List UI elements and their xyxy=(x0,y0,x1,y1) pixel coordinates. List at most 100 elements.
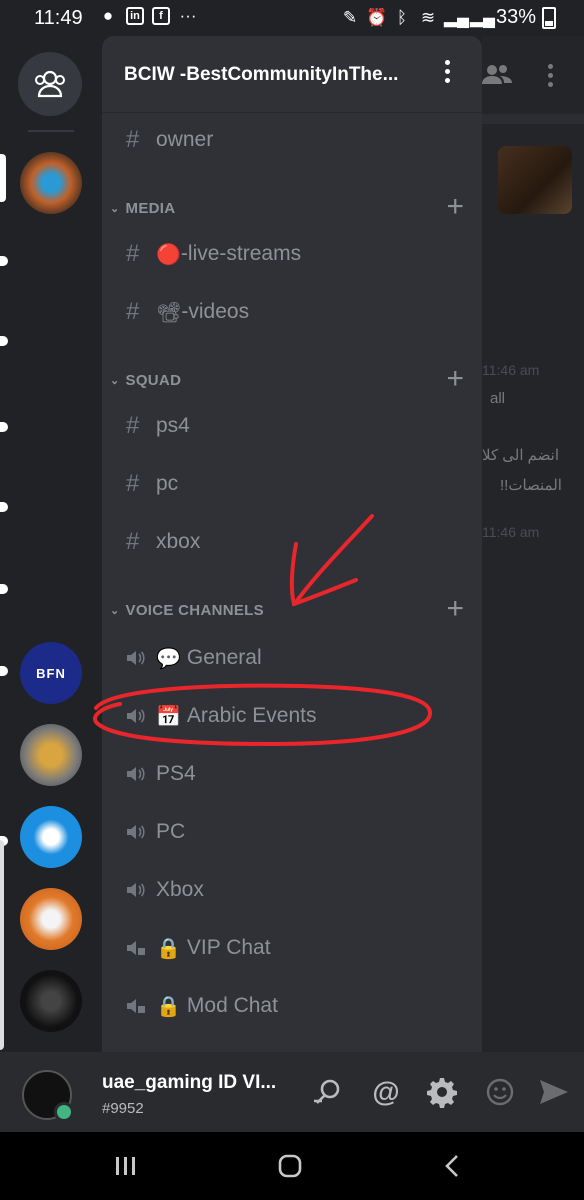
channel-label: -videos xyxy=(181,300,250,323)
channel-label: VIP Chat xyxy=(186,936,271,959)
guild-separator xyxy=(28,130,74,132)
search-icon xyxy=(314,1079,340,1104)
chevron-down-icon: ⌄ xyxy=(110,605,120,617)
category-label: VOICE CHANNELS xyxy=(125,602,264,619)
system-icons: ✎ ⏰ ᛒ ≋ ▂▄ ▂▄ 33% xyxy=(340,6,556,29)
hash-icon: # xyxy=(126,528,140,555)
channel-owner[interactable]: # owner xyxy=(126,118,213,162)
chat-dim-overlay[interactable] xyxy=(482,36,584,1052)
server-list: BFN xyxy=(0,36,102,1052)
send-button[interactable] xyxy=(536,1074,572,1110)
settings-button[interactable] xyxy=(424,1074,460,1110)
locked-speaker-icon xyxy=(126,939,156,957)
add-channel-button[interactable]: + xyxy=(446,364,464,394)
hash-icon: # xyxy=(126,412,140,439)
voice-channel-xbox[interactable]: Xbox xyxy=(126,868,204,912)
speaker-icon xyxy=(126,765,156,783)
online-status-indicator xyxy=(54,1102,74,1122)
channel-panel: BCIW -BestCommunityInThe... # owner ⌄ ME… xyxy=(102,36,482,1052)
status-bar: 11:49 ● in f ··· ✎ ⏰ ᛒ ≋ ▂▄ ▂▄ 33% xyxy=(0,0,584,36)
chat-area: 11:46 am all انضم الى كلا المنصات!! 11:4… xyxy=(482,36,584,1052)
channel-label: ps4 xyxy=(156,414,190,437)
hash-icon: # xyxy=(126,298,140,325)
channel-xbox[interactable]: # xbox xyxy=(126,520,200,564)
selected-server-indicator xyxy=(0,154,6,202)
speaker-icon xyxy=(126,823,156,841)
back-icon xyxy=(445,1155,458,1177)
speech-bubble-icon: 💬 xyxy=(156,647,181,670)
recent-apps-icon xyxy=(116,1157,135,1175)
linkedin-icon: in xyxy=(126,7,144,25)
server-icon-5[interactable] xyxy=(20,888,82,950)
bluetooth-icon: ᛒ xyxy=(396,7,408,27)
alarm-icon: ⏰ xyxy=(365,7,388,27)
mentions-button[interactable]: @ xyxy=(368,1074,404,1110)
facebook-icon: f xyxy=(152,7,170,25)
category-media[interactable]: ⌄ MEDIA xyxy=(110,200,175,217)
unread-indicator xyxy=(0,584,8,594)
battery-icon xyxy=(542,6,556,29)
home-icon xyxy=(278,1154,302,1178)
gear-icon xyxy=(427,1078,457,1108)
message-bubble-icon: ● xyxy=(102,6,114,25)
channel-videos[interactable]: # 📽 -videos xyxy=(126,290,249,334)
edit-icon: ✎ xyxy=(342,7,358,27)
emoji-button[interactable] xyxy=(482,1074,518,1110)
server-icon-4[interactable] xyxy=(20,806,82,868)
server-icon-bciw[interactable] xyxy=(20,152,82,214)
back-button[interactable] xyxy=(432,1150,472,1182)
category-squad[interactable]: ⌄ SQUAD xyxy=(110,372,181,389)
friends-home-button[interactable] xyxy=(18,52,82,116)
channel-pc[interactable]: # pc xyxy=(126,462,178,506)
unread-indicator xyxy=(0,422,8,432)
channel-label: pc xyxy=(156,472,179,495)
locked-hash-icon: # xyxy=(126,126,140,153)
add-channel-button[interactable]: + xyxy=(446,594,464,624)
speaker-icon xyxy=(126,881,156,899)
channel-label: xbox xyxy=(156,530,201,553)
at-icon: @ xyxy=(372,1076,400,1107)
username: uae_gaming ID VI... xyxy=(102,1072,277,1093)
search-button[interactable] xyxy=(310,1074,346,1110)
server-icon-3[interactable] xyxy=(20,724,82,786)
user-panel: uae_gaming ID VI... #9952 @ xyxy=(0,1052,584,1132)
voice-channel-general[interactable]: 💬 General xyxy=(126,636,262,680)
unread-indicator xyxy=(0,256,8,266)
channel-live-streams[interactable]: # 🔴 -live-streams xyxy=(126,232,301,276)
server-menu-icon[interactable] xyxy=(442,60,452,83)
send-icon xyxy=(540,1080,568,1104)
home-button[interactable] xyxy=(270,1150,310,1182)
channel-label: PC xyxy=(156,820,186,843)
speaker-icon xyxy=(126,707,156,725)
projector-icon: 📽 xyxy=(156,301,182,324)
recent-apps-button[interactable] xyxy=(106,1150,146,1182)
hash-icon: # xyxy=(126,240,140,267)
add-channel-button[interactable]: + xyxy=(446,192,464,222)
channel-label: Arabic Events xyxy=(186,704,317,727)
wifi-icon: ≋ xyxy=(420,7,436,27)
voice-channel-mod-chat[interactable]: 🔒 Mod Chat xyxy=(126,984,278,1028)
category-voice-channels[interactable]: ⌄ VOICE CHANNELS xyxy=(110,602,264,619)
android-nav-bar xyxy=(0,1132,584,1200)
channel-label: PS4 xyxy=(156,762,196,785)
unread-indicator xyxy=(0,502,8,512)
channel-label: Mod Chat xyxy=(186,994,278,1017)
channel-label: owner xyxy=(156,128,214,151)
notification-icons: ● in f ··· xyxy=(98,6,198,26)
channel-label: Xbox xyxy=(156,878,204,901)
voice-channel-pc[interactable]: PC xyxy=(126,810,185,854)
lock-icon: 🔒 xyxy=(156,937,181,960)
server-icon-6[interactable] xyxy=(20,970,82,1032)
server-name: BCIW -BestCommunityInThe... xyxy=(124,64,399,85)
friends-icon xyxy=(35,70,65,98)
server-header[interactable]: BCIW -BestCommunityInThe... xyxy=(102,36,482,113)
server-icon-2[interactable]: BFN xyxy=(20,642,82,704)
voice-channel-ps4[interactable]: PS4 xyxy=(126,752,196,796)
voice-channel-vip-chat[interactable]: 🔒 VIP Chat xyxy=(126,926,271,970)
scroll-indicator xyxy=(0,840,4,1050)
voice-channel-arabic-events[interactable]: 📅 Arabic Events xyxy=(126,694,316,738)
channel-ps4[interactable]: # ps4 xyxy=(126,404,190,448)
battery-percent: 33% xyxy=(495,6,536,28)
hash-icon: # xyxy=(126,470,140,497)
chevron-down-icon: ⌄ xyxy=(110,375,120,387)
